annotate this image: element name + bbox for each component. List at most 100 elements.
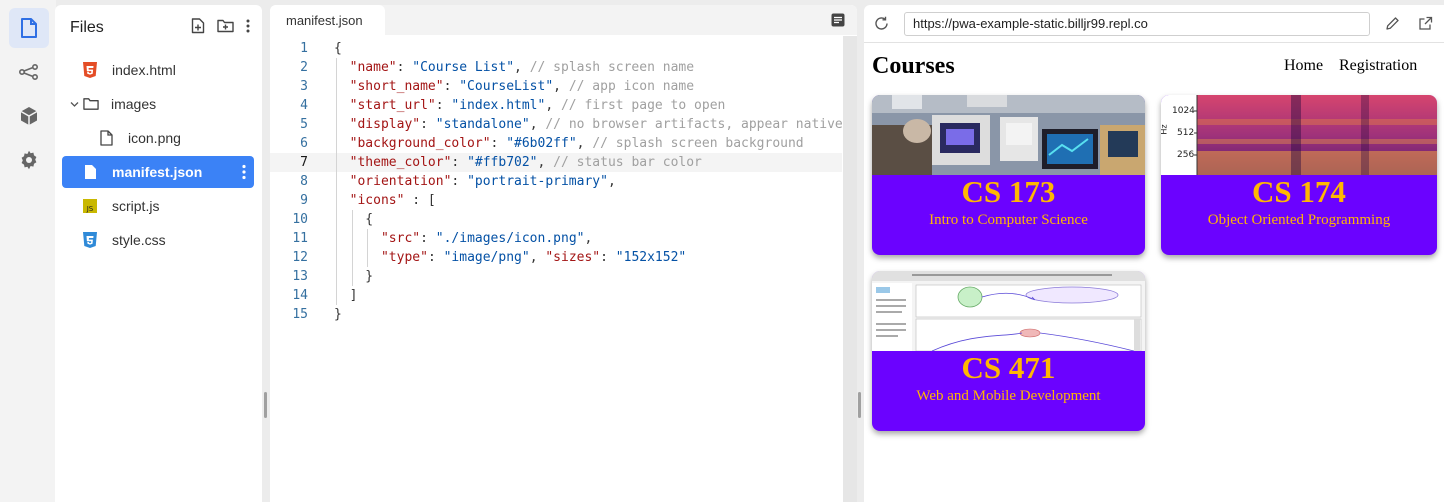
code-line[interactable]: 1{ <box>270 39 842 58</box>
line-number: 12 <box>292 250 308 265</box>
code-token: "short_name" <box>349 79 444 94</box>
webview-toolbar: https://pwa-example-static.billjr99.repl… <box>864 5 1444 43</box>
code-editor-panel: manifest.json 1{2 "name": "Course List",… <box>270 5 857 502</box>
course-code: CS 173 <box>961 174 1056 209</box>
folder-item-label: images <box>111 96 157 112</box>
cube-icon <box>20 107 38 125</box>
code-token: "./images/icon.png" <box>435 231 585 246</box>
code-line[interactable]: 7 "theme_color": "#ffb702", // status ba… <box>270 153 842 172</box>
code-token: "CourseList" <box>459 79 554 94</box>
code-text: "short_name": "CourseList", // app icon … <box>334 77 694 96</box>
line-number: 8 <box>300 174 308 189</box>
code-line[interactable]: 13 } <box>270 267 842 286</box>
add-file-icon <box>191 18 205 34</box>
code-line[interactable]: 9 "icons" : [ <box>270 191 842 210</box>
new-file-button[interactable] <box>191 18 205 39</box>
code-token: "background_color" <box>349 136 491 151</box>
file-item-manifest-json[interactable]: manifest.json <box>62 156 254 188</box>
editor-scrollbar[interactable] <box>843 36 857 502</box>
more-vertical-icon <box>246 19 250 33</box>
indent-guide <box>336 58 337 305</box>
folder-item-images[interactable]: images <box>62 88 254 120</box>
file-item-icon-png[interactable]: icon.png <box>62 122 254 154</box>
code-line[interactable]: 14 ] <box>270 286 842 305</box>
code-token: } <box>334 307 342 322</box>
code-token: // no browser artifacts, appear native <box>545 117 843 132</box>
code-text: "name": "Course List", // splash screen … <box>334 58 694 77</box>
code-line[interactable]: 4 "start_url": "index.html", // first pa… <box>270 96 842 115</box>
js-icon: JS <box>82 198 98 214</box>
spectrogram-tick-label: 512 <box>1177 128 1195 138</box>
code-token: "theme_color" <box>349 155 452 170</box>
code-line[interactable]: 6 "background_color": "#6b02ff", // spla… <box>270 134 842 153</box>
code-token: : <box>420 117 436 132</box>
files-tool-button[interactable] <box>9 8 49 48</box>
tab-manifest-json[interactable]: manifest.json <box>270 5 385 35</box>
graph-screenshot-image <box>872 271 1145 351</box>
gear-icon <box>21 150 37 170</box>
course-card[interactable]: 1024 512 256 Hz CS 174 Object Oriented P… <box>1161 95 1437 255</box>
code-text: { <box>334 39 342 58</box>
chevron-down-icon[interactable] <box>70 100 79 109</box>
course-card[interactable]: CS 173 Intro to Computer Science <box>872 95 1145 255</box>
code-token: , <box>584 231 593 246</box>
code-line[interactable]: 10 { <box>270 210 842 229</box>
code-line[interactable]: 15} <box>270 305 842 324</box>
file-icon <box>82 164 98 180</box>
resize-handle-left[interactable] <box>264 392 267 418</box>
site-title: Courses <box>872 53 955 79</box>
open-new-tab-button[interactable] <box>1418 16 1433 36</box>
files-panel-header: Files <box>55 5 262 51</box>
files-panel-title: Files <box>70 19 104 36</box>
code-token: : [ <box>404 193 436 208</box>
code-text: } <box>334 267 373 286</box>
settings-tool-button[interactable] <box>9 140 49 180</box>
code-line[interactable]: 12 "type": "image/png", "sizes": "152x15… <box>270 248 842 267</box>
reload-button[interactable] <box>874 16 889 36</box>
files-more-button[interactable] <box>246 19 250 38</box>
git-tool-button[interactable] <box>9 52 49 92</box>
course-code: CS 174 <box>1252 174 1346 209</box>
code-token: "Course List" <box>412 60 515 75</box>
code-token: { <box>334 41 342 56</box>
html5-icon <box>82 62 98 78</box>
line-number: 2 <box>300 60 308 75</box>
code-token: : <box>396 60 413 75</box>
more-vertical-icon <box>242 164 246 180</box>
resize-handle-right[interactable] <box>858 392 861 418</box>
file-item-more-button[interactable] <box>242 164 246 185</box>
code-text: "type": "image/png", "sizes": "152x152" <box>334 248 686 267</box>
url-input[interactable]: https://pwa-example-static.billjr99.repl… <box>904 12 1370 36</box>
line-number: 9 <box>300 193 308 208</box>
file-item-label: script.js <box>112 198 160 214</box>
file-item-style-css[interactable]: style.css <box>62 224 254 256</box>
code-line[interactable]: 11 "src": "./images/icon.png", <box>270 229 842 248</box>
file-item-script-js[interactable]: JS script.js <box>62 190 254 222</box>
file-icon <box>98 130 114 146</box>
pencil-icon <box>1386 17 1399 30</box>
line-number: 3 <box>300 79 308 94</box>
code-line[interactable]: 3 "short_name": "CourseList", // app ico… <box>270 77 842 96</box>
nav-registration-link[interactable]: Registration <box>1339 57 1417 75</box>
edit-url-button[interactable] <box>1385 16 1400 36</box>
code-text: "theme_color": "#ffb702", // status bar … <box>334 153 702 172</box>
packages-tool-button[interactable] <box>9 96 49 136</box>
code-line[interactable]: 5 "display": "standalone", // no browser… <box>270 115 843 134</box>
code-line[interactable]: 2 "name": "Course List", // splash scree… <box>270 58 842 77</box>
code-token: , <box>537 155 554 170</box>
code-token: , <box>529 117 546 132</box>
course-card[interactable]: CS 471 Web and Mobile Development <box>872 271 1145 431</box>
code-area[interactable]: 1{2 "name": "Course List", // splash scr… <box>270 36 843 502</box>
code-line[interactable]: 8 "orientation": "portrait-primary", <box>270 172 842 191</box>
nav-home-link[interactable]: Home <box>1284 57 1323 75</box>
course-name: Web and Mobile Development <box>916 388 1101 404</box>
code-token: "name" <box>349 60 397 75</box>
new-folder-button[interactable] <box>217 19 234 38</box>
editor-menu-button[interactable] <box>831 13 845 32</box>
css3-icon <box>82 232 98 248</box>
code-token: { <box>334 212 374 227</box>
course-code: CS 471 <box>961 350 1056 385</box>
code-text: "start_url": "index.html", // first page… <box>334 96 726 115</box>
file-item-index-html[interactable]: index.html <box>62 54 254 86</box>
